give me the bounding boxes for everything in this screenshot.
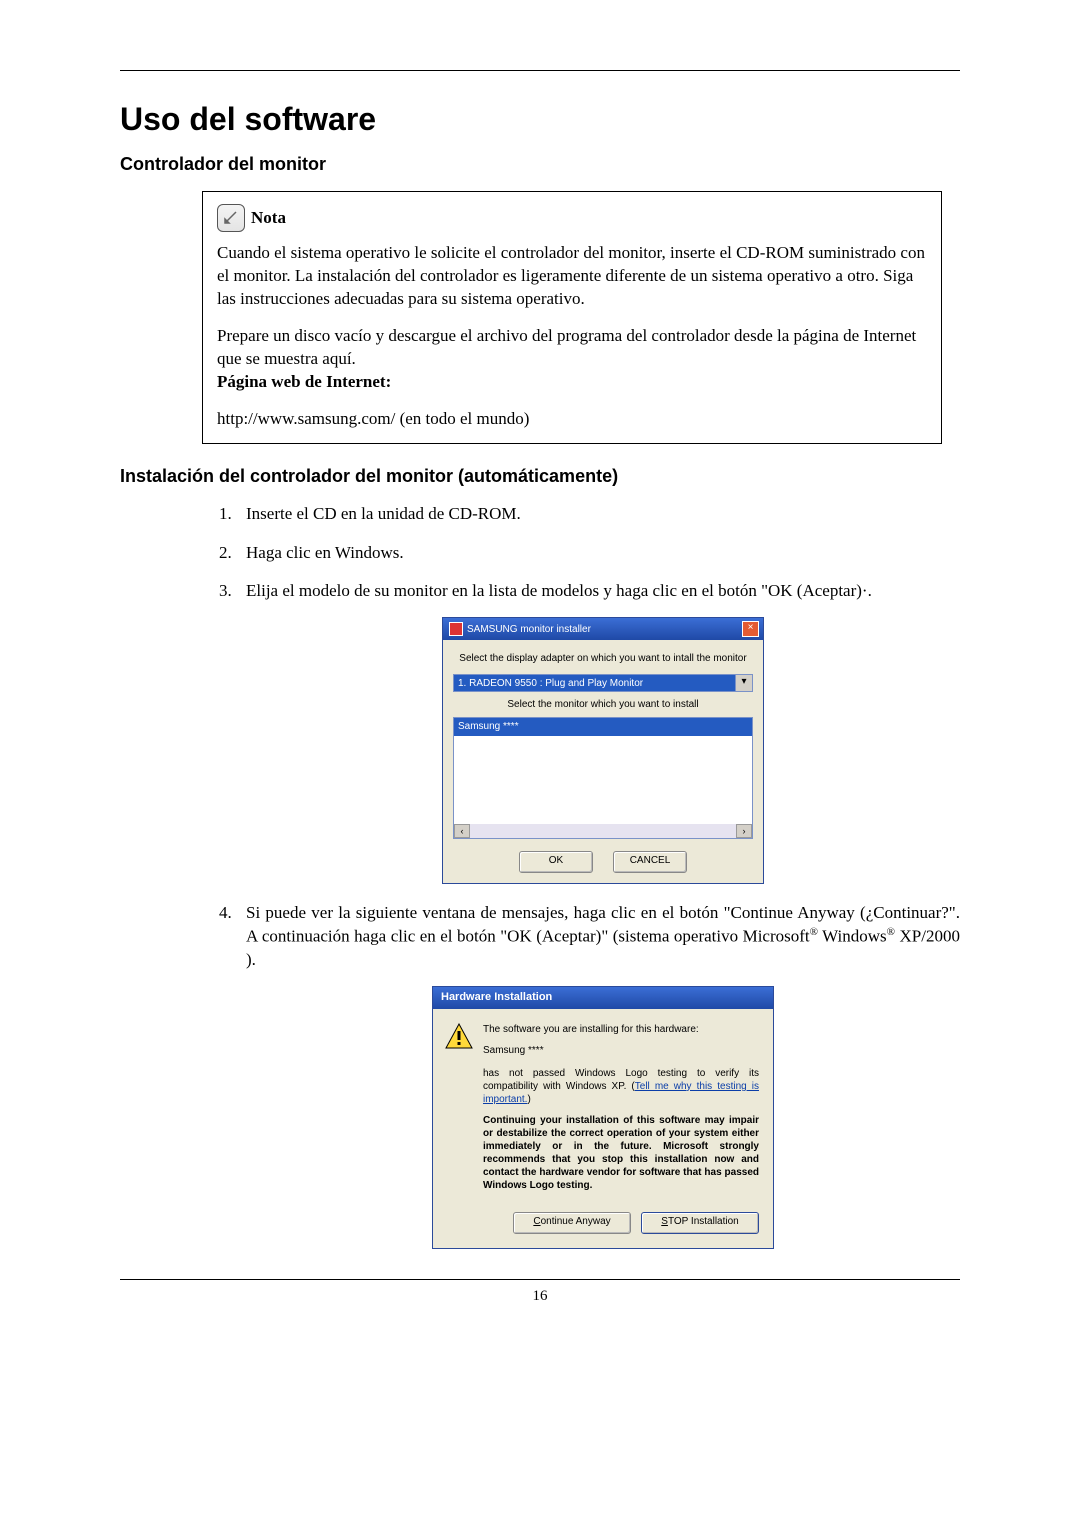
hardware-titlebar: Hardware Installation — [433, 987, 773, 1009]
monitor-listbox[interactable]: Samsung **** ‹ › — [453, 717, 753, 839]
monitor-list-selection[interactable]: Samsung **** — [454, 718, 752, 736]
page: Uso del software Controlador del monitor… — [0, 0, 1080, 1527]
chevron-down-icon[interactable]: ▾ — [736, 675, 752, 691]
continue-anyway-label: ontinue Anyway — [541, 1216, 611, 1227]
section-heading-install: Instalación del controlador del monitor … — [120, 466, 960, 487]
installer-titlebar: SAMSUNG monitor installer × — [443, 618, 763, 640]
installer-title-text: SAMSUNG monitor installer — [467, 623, 591, 637]
cancel-button[interactable]: CANCEL — [613, 851, 687, 873]
note-bold-line: Página web de Internet: — [217, 372, 391, 391]
note-paragraph-2: Prepare un disco vacío y descargue el ar… — [217, 325, 927, 394]
horizontal-scrollbar[interactable]: ‹ › — [454, 824, 752, 838]
figure-hardware-dialog: Hardware Installation The software you a… — [246, 986, 960, 1249]
installer-dialog: SAMSUNG monitor installer × Select the d… — [442, 617, 764, 884]
installer-title-icon — [449, 622, 463, 636]
hardware-dialog: Hardware Installation The software you a… — [432, 986, 774, 1249]
installer-button-row: OK CANCEL — [453, 851, 753, 873]
hardware-body: The software you are installing for this… — [433, 1009, 773, 1212]
note-icon — [217, 204, 245, 232]
ok-button[interactable]: OK — [519, 851, 593, 873]
page-title: Uso del software — [120, 101, 960, 138]
hardware-text: The software you are installing for this… — [483, 1023, 759, 1200]
adapter-combobox-value: 1. RADEON 9550 : Plug and Play Monitor — [454, 675, 736, 691]
scroll-track[interactable] — [470, 824, 736, 838]
step-1: Inserte el CD en la unidad de CD-ROM. — [236, 503, 960, 526]
warning-icon — [445, 1023, 473, 1049]
stop-installation-button[interactable]: STOP Installation — [641, 1212, 759, 1234]
hw-warning-text: Continuing your installation of this sof… — [483, 1114, 759, 1192]
step-3-text: Elija el modelo de su monitor en la list… — [246, 581, 872, 600]
hw-line1: The software you are installing for this… — [483, 1023, 759, 1036]
installer-instruction-1: Select the display adapter on which you … — [453, 652, 753, 666]
hw-line2: has not passed Windows Logo testing to v… — [483, 1067, 759, 1106]
step-3: Elija el modelo de su monitor en la list… — [236, 580, 960, 884]
note-paragraph-1: Cuando el sistema operativo le solicite … — [217, 242, 927, 311]
installer-instruction-2: Select the monitor which you want to ins… — [453, 698, 753, 712]
install-steps: Inserte el CD en la unidad de CD-ROM. Ha… — [202, 503, 960, 1249]
step-4-text-b: Windows — [818, 927, 887, 946]
registered-symbol-1: ® — [810, 926, 818, 938]
step-4: Si puede ver la siguiente ventana de men… — [236, 902, 960, 1248]
adapter-combobox[interactable]: 1. RADEON 9550 : Plug and Play Monitor ▾ — [453, 674, 753, 692]
top-rule — [120, 70, 960, 71]
page-number: 16 — [120, 1288, 960, 1305]
section-heading-controller: Controlador del monitor — [120, 154, 960, 175]
note-header: Nota — [217, 204, 927, 232]
note-title: Nota — [251, 208, 286, 228]
continue-anyway-button[interactable]: Continue Anyway — [513, 1212, 631, 1234]
note-url: http://www.samsung.com/ (en todo el mund… — [217, 408, 927, 431]
scroll-right-icon[interactable]: › — [736, 824, 752, 838]
close-button[interactable]: × — [742, 621, 759, 637]
step-2: Haga clic en Windows. — [236, 542, 960, 565]
bottom-rule — [120, 1279, 960, 1280]
hw-device: Samsung **** — [483, 1044, 759, 1057]
installer-body: Select the display adapter on which you … — [443, 640, 763, 883]
scroll-left-icon[interactable]: ‹ — [454, 824, 470, 838]
hardware-button-row: Continue Anyway STOP Installation — [433, 1212, 773, 1248]
note-paragraph-2-text: Prepare un disco vacío y descargue el ar… — [217, 326, 916, 368]
figure-installer-dialog: SAMSUNG monitor installer × Select the d… — [246, 617, 960, 884]
hw-line2b: ) — [527, 1094, 530, 1105]
registered-symbol-2: ® — [887, 926, 895, 938]
stop-installation-label: TOP Installation — [668, 1216, 739, 1227]
note-box: Nota Cuando el sistema operativo le soli… — [202, 191, 942, 444]
